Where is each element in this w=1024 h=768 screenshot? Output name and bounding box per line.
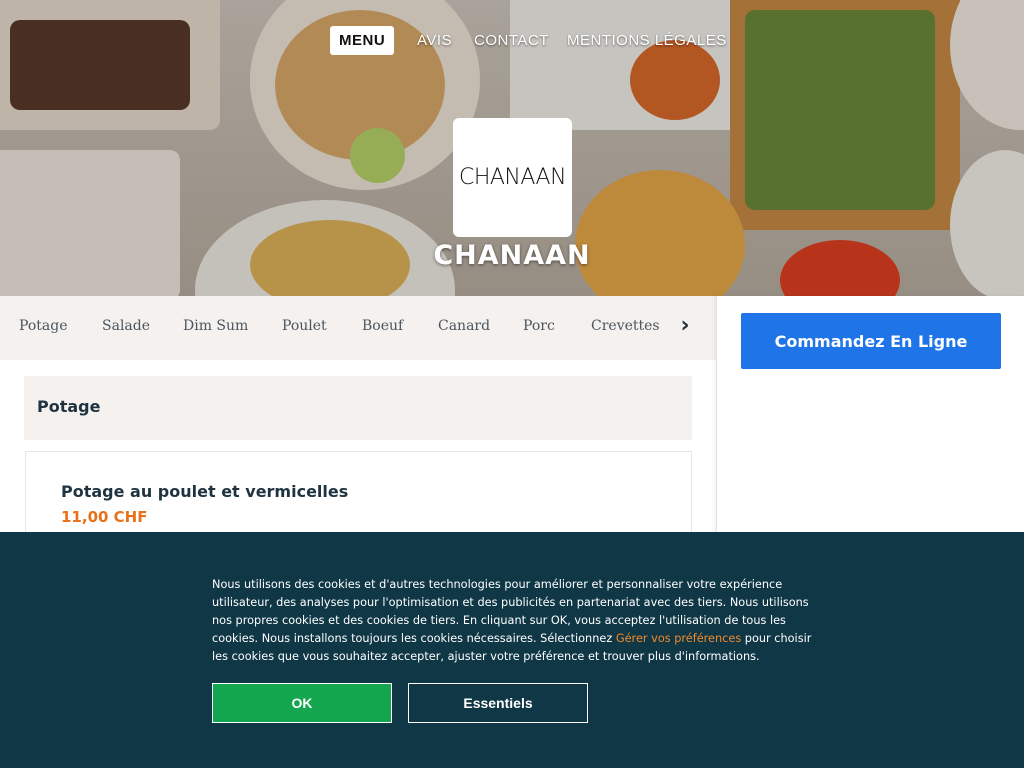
dish-name: Potage au poulet et vermicelles [61,482,349,501]
cookie-message: Nous utilisons des cookies et d'autres t… [212,576,812,666]
cookie-ok-button[interactable]: OK [212,683,392,723]
restaurant-logo: CHANAAN [453,118,572,237]
nav-contact[interactable]: CONTACT [474,26,549,55]
chevron-right-icon[interactable]: › [674,314,696,340]
nav-mentions-legales[interactable]: MENTIONS LÉGALES [567,26,727,55]
order-online-button[interactable]: Commandez En Ligne [741,313,1001,369]
nav-avis[interactable]: AVIS [417,26,452,55]
cookie-essentials-button[interactable]: Essentiels [408,683,588,723]
logo-text: CHANAAN [458,165,567,190]
category-potage[interactable]: Potage [19,318,68,334]
category-poulet[interactable]: Poulet [282,318,327,334]
category-crevettes[interactable]: Crevettes [591,318,660,334]
dish-price: 11,00 CHF [61,508,148,526]
category-bar: Potage Salade Dim Sum Poulet Boeuf Canar… [0,296,716,360]
category-boeuf[interactable]: Boeuf [362,318,403,334]
section-title: Potage [37,397,101,416]
section-header: Potage [24,376,692,440]
manage-preferences-link[interactable]: Gérer vos préférences [616,632,741,645]
cookie-banner: Nous utilisons des cookies et d'autres t… [0,532,1024,768]
category-porc[interactable]: Porc [523,318,555,334]
hero-banner: MENU AVIS CONTACT MENTIONS LÉGALES CHANA… [0,0,1024,296]
category-salade[interactable]: Salade [102,318,150,334]
nav-menu[interactable]: MENU [330,26,395,55]
category-canard[interactable]: Canard [438,318,490,334]
category-dim-sum[interactable]: Dim Sum [183,318,248,334]
restaurant-name: CHANAAN [433,240,591,271]
top-nav: MENU AVIS CONTACT MENTIONS LÉGALES [0,26,1024,56]
